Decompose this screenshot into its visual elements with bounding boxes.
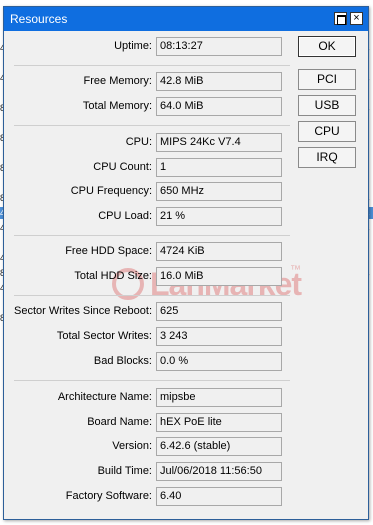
total-memory-row: Total Memory: 64.0 MiB: [4, 97, 294, 116]
cpu-load-row: CPU Load: 21 %: [4, 207, 294, 226]
sector-writes-since-reboot-label: Sector Writes Since Reboot:: [14, 305, 152, 317]
total-memory-field[interactable]: 64.0 MiB: [156, 97, 282, 116]
cpu-count-row: CPU Count: 1: [4, 158, 294, 177]
cpu-load-field[interactable]: 21 %: [156, 207, 282, 226]
total-sector-writes-field[interactable]: 3 243: [156, 327, 282, 346]
separator: [14, 125, 290, 126]
free-hdd-field[interactable]: 4724 KiB: [156, 242, 282, 261]
build-time-row: Build Time: Jul/06/2018 11:56:50: [4, 462, 294, 481]
total-sector-writes-label: Total Sector Writes:: [56, 330, 152, 342]
cpu-row: CPU: MIPS 24Kc V7.4: [4, 133, 294, 152]
irq-button[interactable]: IRQ: [298, 147, 356, 168]
board-name-label: Board Name:: [87, 416, 152, 428]
window-title: Resources: [10, 12, 68, 26]
build-time-field[interactable]: Jul/06/2018 11:56:50: [156, 462, 282, 481]
bad-blocks-label: Bad Blocks:: [93, 355, 152, 367]
resources-window: Resources × LanMarket ™ Uptime: 08:13:27…: [3, 6, 369, 520]
cpu-label: CPU:: [125, 136, 152, 148]
cpu-field[interactable]: MIPS 24Kc V7.4: [156, 133, 282, 152]
free-memory-label: Free Memory:: [83, 75, 152, 87]
uptime-row: Uptime: 08:13:27: [4, 37, 294, 56]
free-memory-row: Free Memory: 42.8 MiB: [4, 72, 294, 91]
resources-content: LanMarket ™ Uptime: 08:13:27 Free Memory…: [4, 31, 368, 519]
factory-software-row: Factory Software: 6.40: [4, 487, 294, 506]
total-sector-writes-row: Total Sector Writes: 3 243: [4, 327, 294, 346]
cpu-button[interactable]: CPU: [298, 121, 356, 142]
architecture-name-field[interactable]: mipsbe: [156, 388, 282, 407]
pci-button[interactable]: PCI: [298, 69, 356, 90]
ok-button[interactable]: OK: [298, 36, 356, 57]
factory-software-field[interactable]: 6.40: [156, 487, 282, 506]
total-memory-label: Total Memory:: [82, 100, 152, 112]
sector-writes-since-reboot-row: Sector Writes Since Reboot: 625: [4, 302, 294, 321]
version-row: Version: 6.42.6 (stable): [4, 437, 294, 456]
total-hdd-field[interactable]: 16.0 MiB: [156, 267, 282, 286]
bad-blocks-field[interactable]: 0.0 %: [156, 352, 282, 371]
close-icon[interactable]: ×: [350, 12, 363, 25]
version-field[interactable]: 6.42.6 (stable): [156, 437, 282, 456]
free-memory-field[interactable]: 42.8 MiB: [156, 72, 282, 91]
cpu-count-label: CPU Count:: [93, 161, 152, 173]
sector-writes-since-reboot-field[interactable]: 625: [156, 302, 282, 321]
bad-blocks-row: Bad Blocks: 0.0 %: [4, 352, 294, 371]
architecture-name-row: Architecture Name: mipsbe: [4, 388, 294, 407]
free-hdd-label: Free HDD Space:: [65, 245, 152, 257]
title-bar[interactable]: Resources ×: [4, 7, 368, 31]
cpu-frequency-label: CPU Frequency:: [70, 185, 152, 197]
maximize-icon[interactable]: [334, 12, 347, 25]
version-label: Version:: [112, 440, 152, 452]
uptime-label: Uptime:: [114, 40, 152, 52]
factory-software-label: Factory Software:: [65, 490, 152, 502]
uptime-field[interactable]: 08:13:27: [156, 37, 282, 56]
board-name-row: Board Name: hEX PoE lite: [4, 413, 294, 432]
free-hdd-row: Free HDD Space: 4724 KiB: [4, 242, 294, 261]
total-hdd-row: Total HDD Size: 16.0 MiB: [4, 267, 294, 286]
separator: [14, 65, 290, 66]
total-hdd-label: Total HDD Size:: [74, 270, 152, 282]
board-name-field[interactable]: hEX PoE lite: [156, 413, 282, 432]
cpu-frequency-field[interactable]: 650 MHz: [156, 182, 282, 201]
cpu-count-field[interactable]: 1: [156, 158, 282, 177]
cpu-frequency-row: CPU Frequency: 650 MHz: [4, 182, 294, 201]
build-time-label: Build Time:: [97, 465, 152, 477]
separator: [14, 380, 290, 381]
cpu-load-label: CPU Load:: [98, 210, 152, 222]
architecture-name-label: Architecture Name:: [57, 391, 152, 403]
separator: [14, 235, 290, 236]
separator: [14, 295, 290, 296]
usb-button[interactable]: USB: [298, 95, 356, 116]
